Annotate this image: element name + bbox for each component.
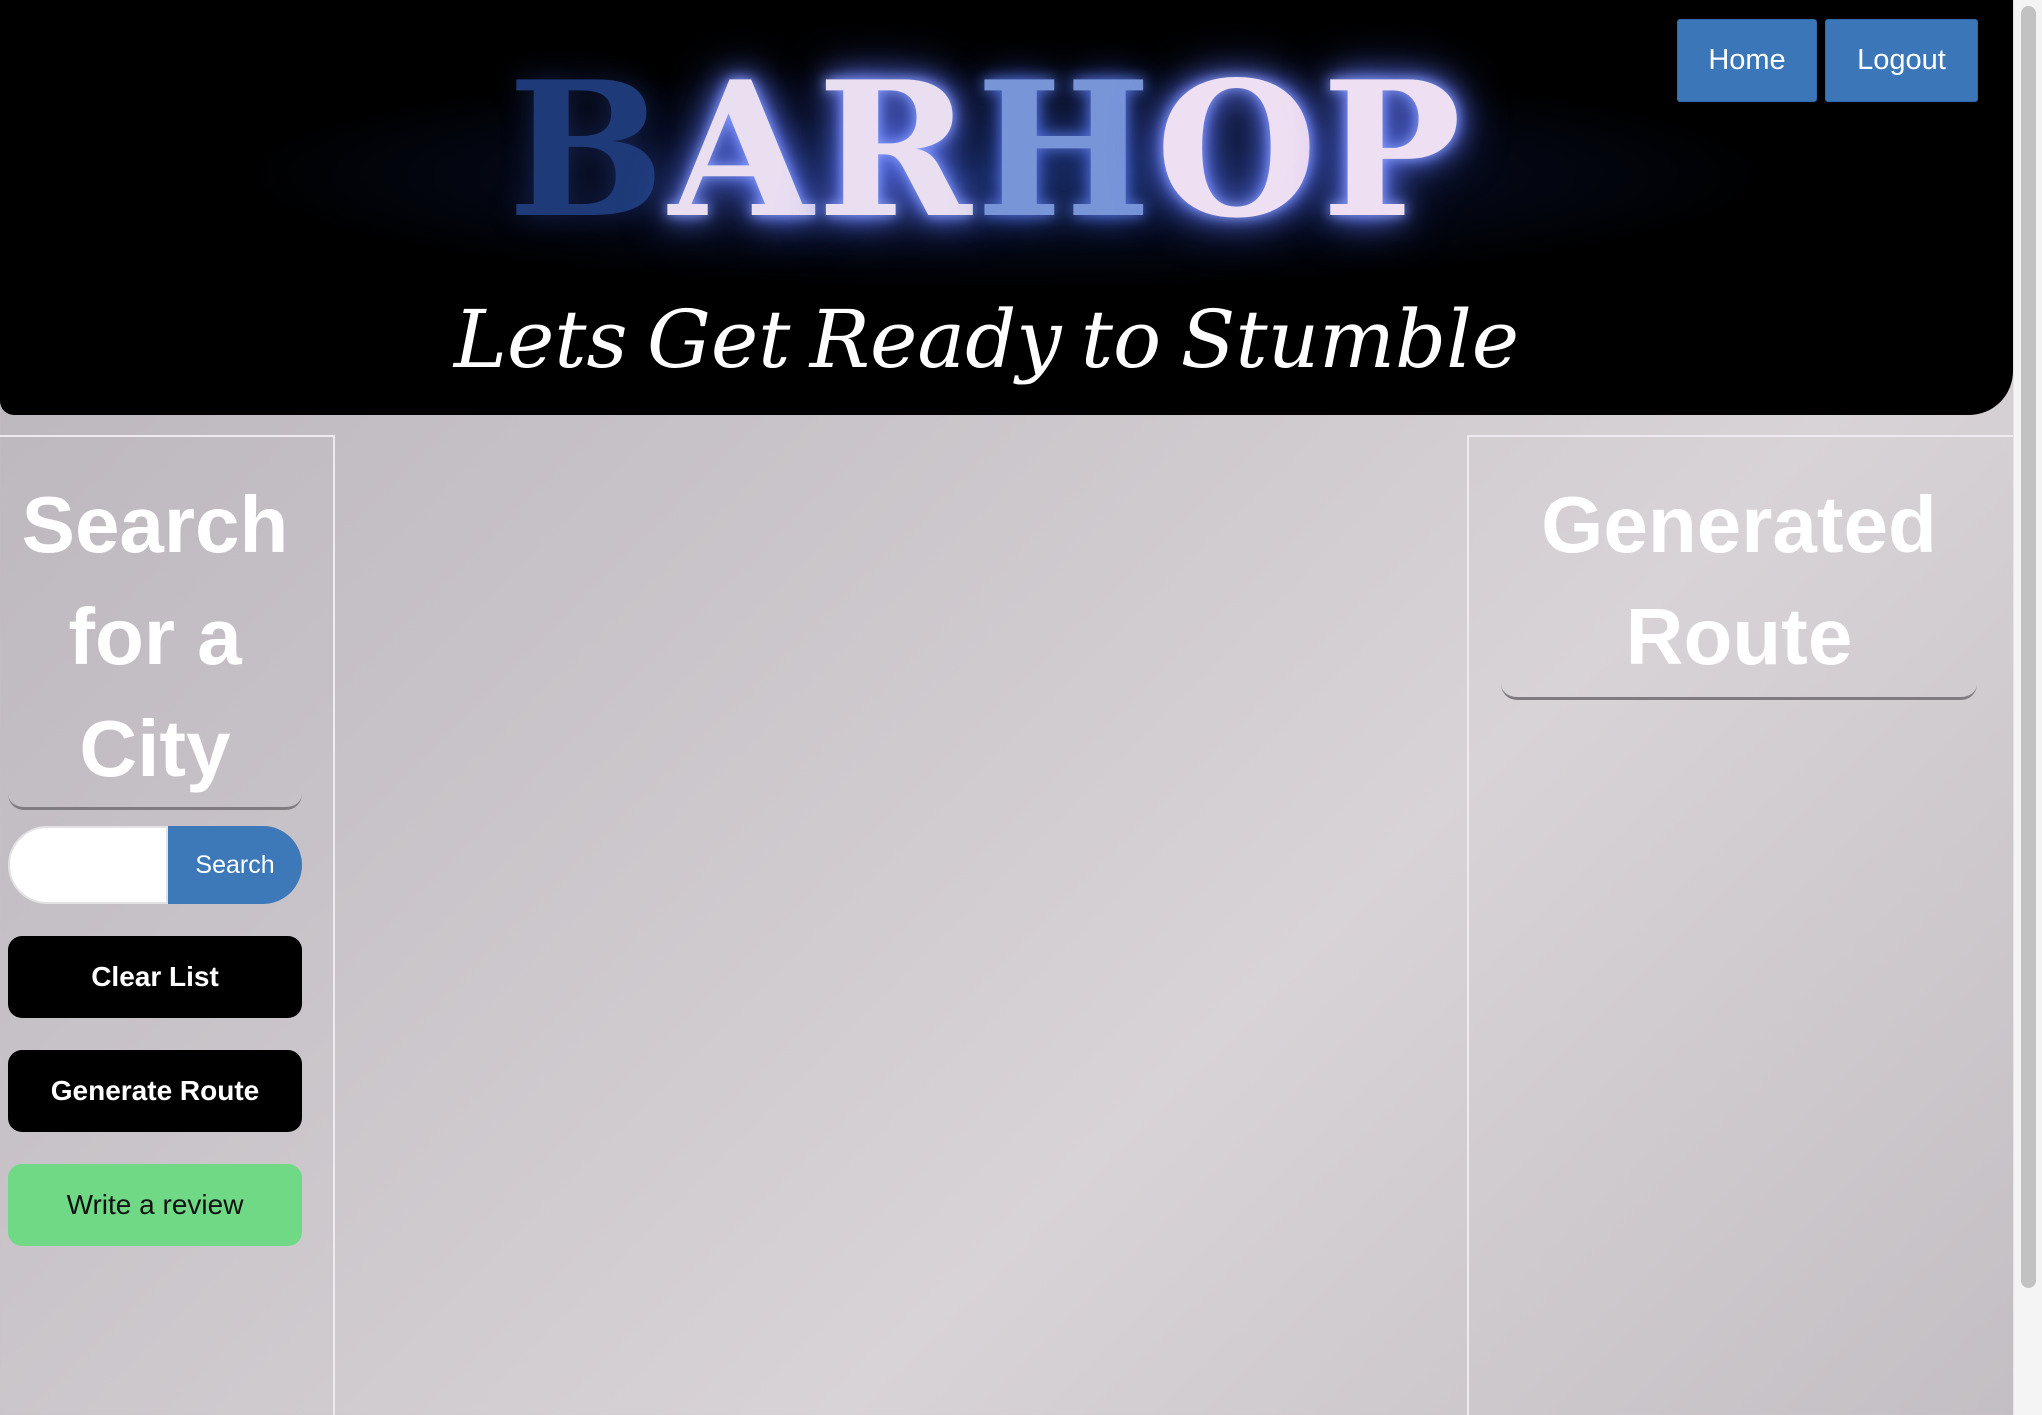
logo-letter: A [668,40,818,259]
page-scrollbar[interactable] [2013,0,2042,1415]
generate-route-button[interactable]: Generate Route [8,1050,302,1132]
logout-button[interactable]: Logout [1825,19,1978,102]
search-button[interactable]: Search [168,826,302,904]
logo-letter: H [975,40,1156,259]
sidebar-heading-box: Search for a City [8,469,302,810]
home-button[interactable]: Home [1677,19,1817,102]
search-sidebar: Search for a City Search Clear List Gene… [0,435,335,1415]
logo-letter: P [1321,40,1466,259]
logo-letter: R [817,40,976,259]
page: BARHOP Lets Get Ready to Stumble Home Lo… [0,0,2013,1415]
route-heading-box: Generated Route [1501,469,1977,700]
logo-letter: O [1155,40,1322,259]
logo-letter: B [507,40,669,259]
sidebar-title: Search for a City [21,480,289,793]
write-review-button[interactable]: Write a review [8,1164,302,1246]
clear-list-button[interactable]: Clear List [8,936,302,1018]
city-search-bar: Search [8,826,302,904]
scrollbar-thumb[interactable] [2021,6,2036,1288]
city-search-input[interactable] [8,826,168,904]
site-tagline: Lets Get Ready to Stumble [453,293,1520,386]
generated-route-panel: Generated Route [1467,435,2013,1415]
site-header: BARHOP Lets Get Ready to Stumble Home Lo… [0,0,2013,415]
route-panel-title: Generated Route [1541,480,1937,681]
